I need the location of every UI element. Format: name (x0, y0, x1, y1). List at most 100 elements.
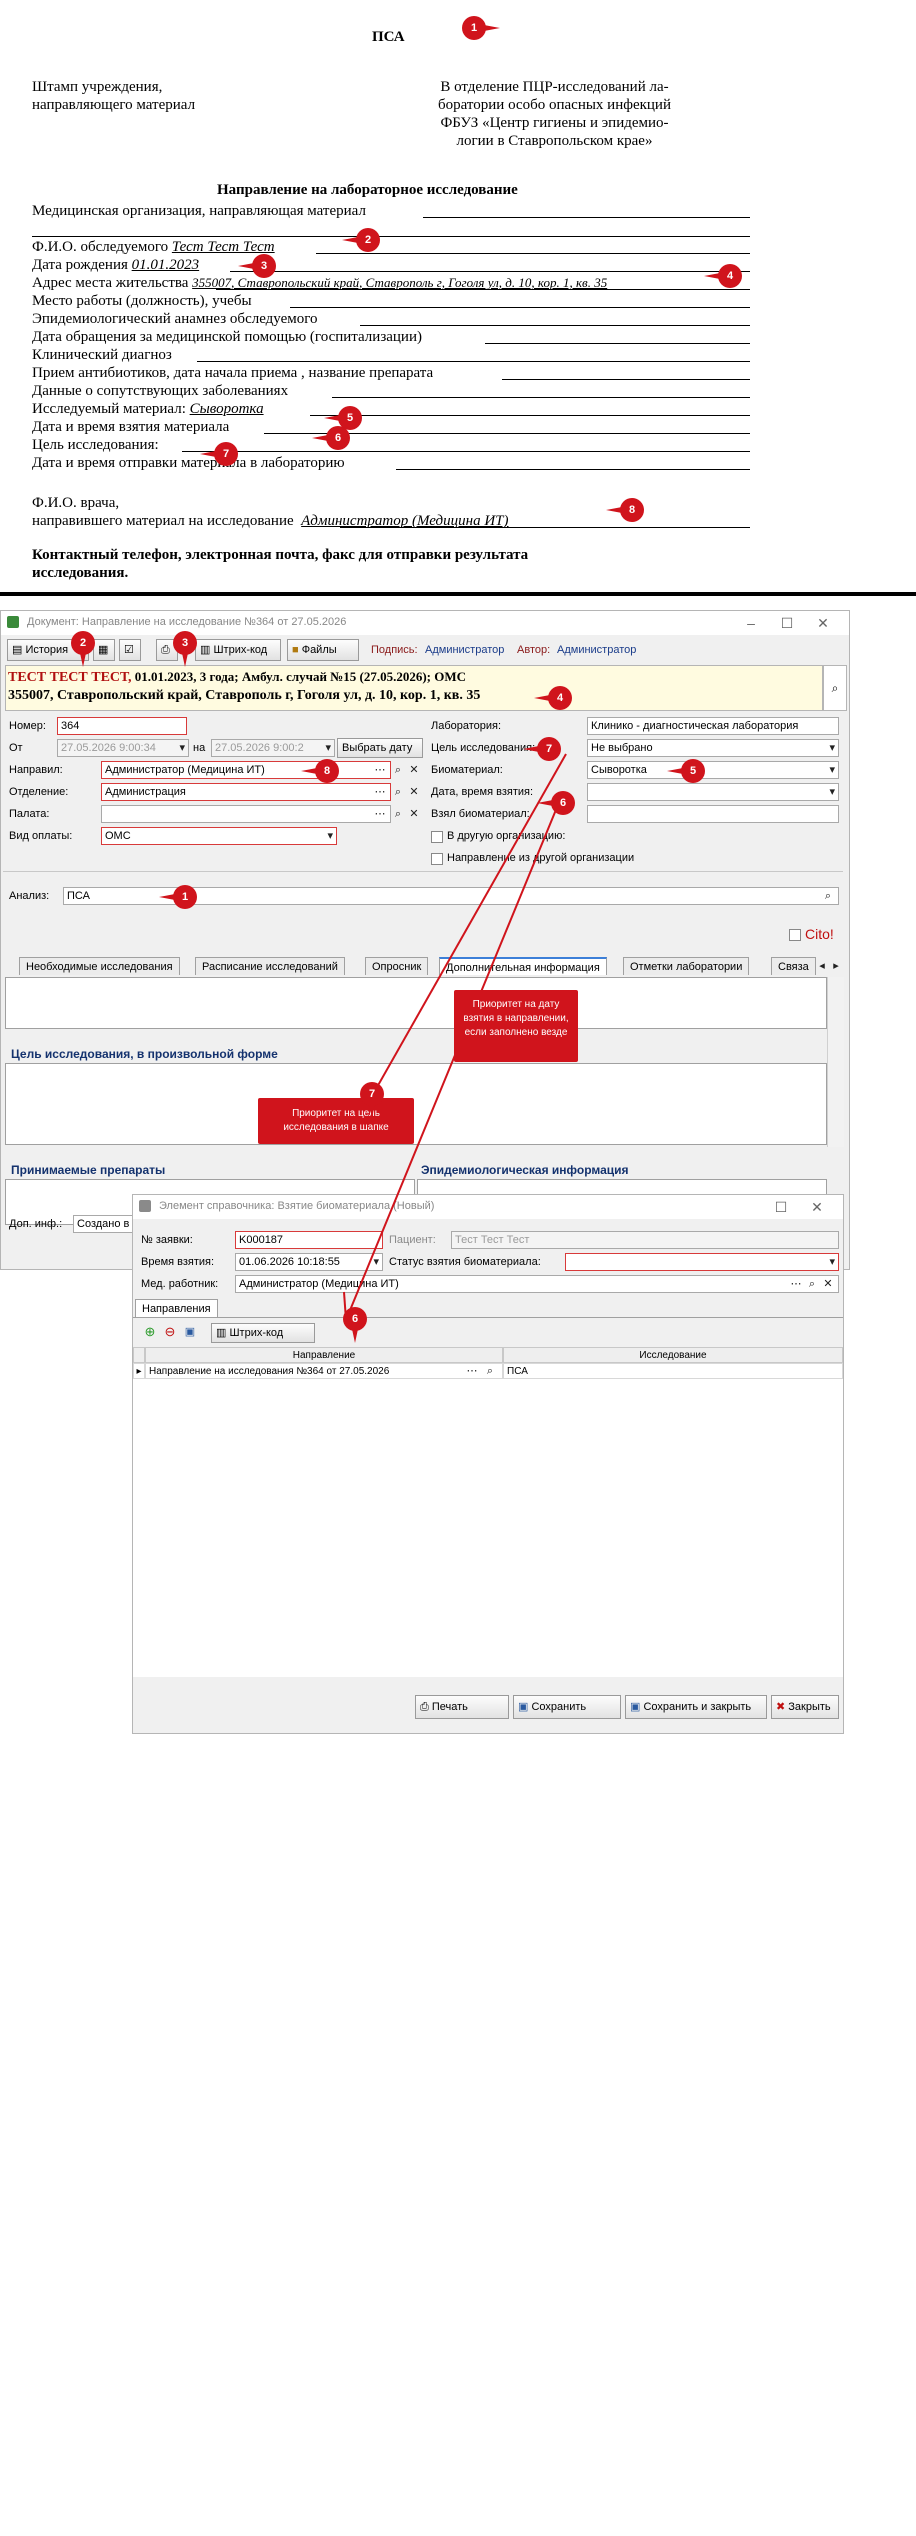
ellipsis-icon[interactable]: ⋯ (465, 1364, 479, 1378)
to-date-field[interactable]: 27.05.2026 9:00:2 (211, 739, 335, 757)
clear-icon[interactable]: ✕ (407, 785, 421, 799)
check-icon[interactable]: ☑ (119, 639, 141, 661)
from-label: От (9, 742, 23, 754)
from-other-org-checkbox[interactable] (431, 853, 443, 865)
marker-6-w2: 6 (343, 1307, 367, 1343)
form-goal-label: Цель исследования: (32, 437, 159, 453)
search-icon[interactable]: ⌕ (821, 889, 835, 903)
form-mat-label: Исследуемый материал: Сыворотка (32, 401, 264, 417)
tab-next-icon[interactable]: ▸ (829, 959, 843, 973)
dept-label: Отделение: (9, 786, 69, 798)
other-org-checkbox[interactable] (431, 831, 443, 843)
number-label: Номер: (9, 720, 46, 732)
form-epid-label: Эпидемиологический анамнез обследуемого (32, 311, 318, 327)
payment-type-select[interactable]: ОМС (101, 827, 337, 845)
goal-select[interactable]: Не выбрано (587, 739, 839, 757)
save-close-button[interactable]: ▣ Сохранить и закрыть (625, 1695, 767, 1719)
status-select[interactable] (565, 1253, 839, 1271)
scrollbar[interactable] (827, 977, 844, 1147)
maximize-icon[interactable]: ☐ (769, 613, 805, 633)
tab-lab-marks[interactable]: Отметки лаборатории (623, 957, 750, 975)
minimize-icon[interactable]: – (733, 613, 769, 633)
search-icon[interactable]: ⌕ (391, 807, 405, 821)
files-button[interactable]: ■ Файлы (287, 639, 359, 661)
tab-needed-tests[interactable]: Необходимые исследования (19, 957, 180, 975)
take-time-field[interactable]: 01.06.2026 10:18:55 (235, 1253, 383, 1271)
save-button[interactable]: ▣ Сохранить (513, 1695, 621, 1719)
laboratory-field[interactable]: Клинико - диагностическая лаборатория (587, 717, 839, 735)
barcode-button-2[interactable]: ▥ Штрих-код (211, 1323, 315, 1343)
text-area-top[interactable] (5, 977, 827, 1029)
sign-value[interactable]: Администратор (425, 641, 504, 659)
tab-prev-icon[interactable]: ◂ (815, 959, 829, 973)
marker-3-win: 3 (173, 631, 197, 667)
cito-checkbox[interactable] (789, 929, 801, 941)
tab-questionnaire[interactable]: Опросник (365, 957, 429, 975)
med-worker-field[interactable]: Администратор (Медицина ИТ) (235, 1275, 839, 1293)
form-datetime-label: Дата и время взятия материала (32, 419, 230, 435)
tab-links[interactable]: Связа (771, 957, 816, 975)
author-label: Автор: (517, 644, 551, 656)
col-direction[interactable]: Направление (145, 1347, 503, 1363)
form-dob-value: 01.01.2023 (131, 257, 200, 273)
close-window-icon[interactable]: ✕ (799, 1197, 835, 1217)
form-heading: Направление на лабораторное исследование (217, 182, 518, 198)
callout-goal-priority: Приоритет на цель исследования в шапке (258, 1098, 414, 1144)
row-direction-cell[interactable]: Направление на исследования №364 от 27.0… (145, 1363, 503, 1379)
department-field[interactable]: Администрация (101, 783, 391, 801)
marker-7-win: 7 (523, 737, 561, 761)
ellipsis-icon[interactable]: ⋯ (373, 763, 387, 777)
ellipsis-icon[interactable]: ⋯ (789, 1277, 803, 1291)
extra-label: Доп. инф.: (9, 1218, 63, 1230)
barcode-button[interactable]: ▥ Штрих-код (195, 639, 281, 661)
choose-date-button[interactable]: Выбрать дату (337, 738, 423, 758)
ellipsis-icon[interactable]: ⋯ (373, 785, 387, 799)
took-biomaterial-field[interactable] (587, 805, 839, 823)
search-icon[interactable]: ⌕ (391, 763, 405, 777)
search-icon[interactable]: ⌕ (483, 1364, 497, 1378)
search-icon[interactable]: ⌕ (391, 785, 405, 799)
col-test[interactable]: Исследование (503, 1347, 843, 1363)
clear-icon[interactable]: ✕ (407, 763, 421, 777)
print-button[interactable]: ⎙ Печать (415, 1695, 509, 1719)
sent-by-field[interactable]: Администратор (Медицина ИТ) (101, 761, 391, 779)
sign-label: Подпись: (371, 644, 418, 656)
number-field[interactable]: 364 (57, 717, 187, 735)
form-fio-label: Ф.И.О. обследуемого Тест Тест Тест (32, 239, 275, 255)
remove-icon[interactable]: ⊖ (163, 1325, 177, 1339)
form-send-label: Дата и время отправки материала в лабора… (32, 455, 345, 471)
separator (0, 592, 916, 596)
tab-schedule[interactable]: Расписание исследований (195, 957, 345, 975)
patient-field[interactable]: Тест Тест Тест (451, 1231, 839, 1249)
goal-text-area[interactable] (5, 1063, 827, 1145)
tab-directions[interactable]: Направления (135, 1299, 218, 1317)
close-window-icon[interactable]: ✕ (805, 613, 841, 633)
save-icon[interactable]: ▣ (183, 1325, 197, 1339)
add-icon[interactable]: ⊕ (143, 1325, 157, 1339)
close-button[interactable]: ✖ Закрыть (771, 1695, 839, 1719)
from-date-field[interactable]: 27.05.2026 9:00:34 (57, 739, 189, 757)
printed-form: ПСА 1 Штамп учреждения, направляющего ма… (0, 0, 916, 590)
window2-titlebar: Элемент справочника: Взятие биоматериала… (133, 1195, 843, 1219)
clear-icon[interactable]: ✕ (821, 1277, 835, 1291)
search-icon[interactable]: ⌕ (823, 665, 847, 711)
order-number-field[interactable]: K000187 (235, 1231, 383, 1249)
form-diag-label: Клинический диагноз (32, 347, 172, 363)
table-app-icon (139, 1200, 151, 1212)
maximize-icon[interactable]: ☐ (763, 1197, 799, 1217)
search-icon[interactable]: ⌕ (805, 1277, 819, 1291)
table-icon[interactable]: ▦ (93, 639, 115, 661)
form-title: ПСА (372, 29, 405, 45)
ellipsis-icon[interactable]: ⋯ (373, 807, 387, 821)
row-test-cell[interactable]: ПСА (503, 1363, 843, 1379)
took-label: Взял биоматериал: (431, 808, 530, 820)
author-value[interactable]: Администратор (557, 641, 636, 659)
clear-icon[interactable]: ✕ (407, 807, 421, 821)
tab-additional-info[interactable]: Дополнительная информация (439, 957, 607, 975)
marker-8-win: 8 (301, 759, 339, 783)
biomaterial-select[interactable]: Сыворотка (587, 761, 839, 779)
ward-field[interactable] (101, 805, 391, 823)
patient-header: ТЕСТ ТЕСТ ТЕСТ, 01.01.2023, 3 года; Амбу… (5, 665, 823, 711)
marker-3: 3 (238, 254, 276, 278)
take-datetime-field[interactable] (587, 783, 839, 801)
